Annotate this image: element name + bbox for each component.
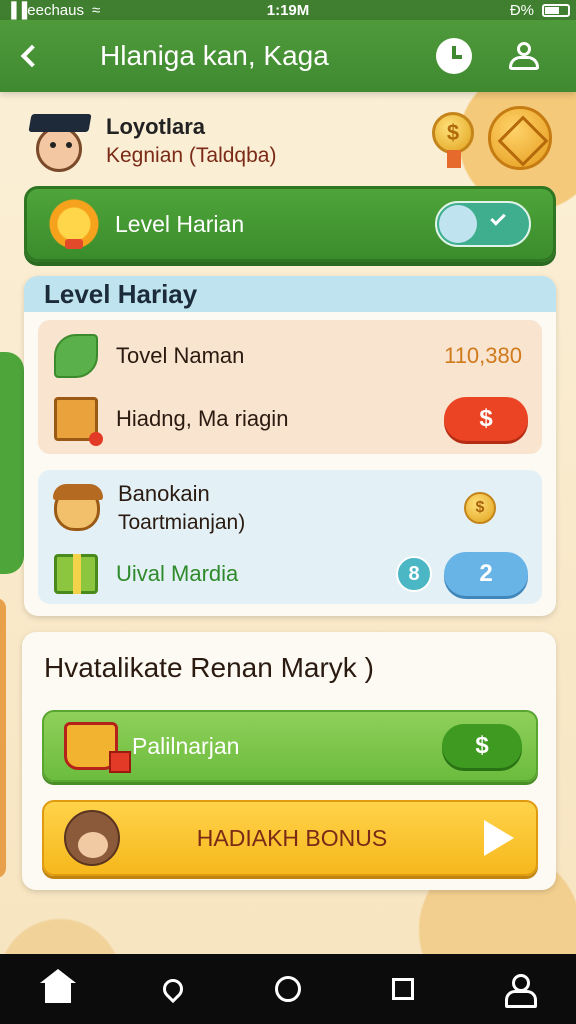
row-value: 110,380 [444,343,522,368]
nav-square[interactable] [383,969,423,1009]
square-icon [392,978,415,1000]
info-title: Banokain [118,481,210,506]
list-item: Banokain Toartmianjan) $ [38,476,542,540]
gift-icon [54,554,98,594]
profile-subtitle: Kegnian (Taldqba) [106,144,277,167]
level-toggle-bar[interactable]: Level Harian [24,186,556,262]
list-item: Uival Mardia 8 2 [38,548,542,600]
profile-name: Loyotlara [106,114,206,139]
status-bar: ▐▐eechaus ≈ 1:19M Đ% [0,0,576,20]
home-icon [39,969,76,1003]
coin-icon [488,106,552,170]
info-subtitle: Toartmianjan) [118,511,246,534]
side-decoration-green [0,352,24,574]
side-decoration-orange [0,598,6,878]
bonus-label: HADIAKH BONUS [196,824,388,851]
avatar [26,110,94,174]
claim-button[interactable]: 2 [444,552,528,596]
medal-icon: $ [432,112,474,154]
buy-button[interactable]: $ [444,397,528,441]
medal-ribbon [447,150,461,168]
bonus-panel-title: Hvatalikate Renan Maryk ) [44,652,374,683]
green-action-button[interactable]: $ [442,724,522,768]
row-label: Hiadng, Ma riagin [116,406,289,431]
bonus-panel: Hvatalikate Renan Maryk ) Palilnarjan $ … [22,632,556,890]
back-icon [20,44,44,68]
coin-icon: $ [464,492,496,524]
nav-profile[interactable] [498,969,538,1009]
green-action-label: Palilnarjan [132,732,240,759]
location-icon [158,974,187,1004]
level-stats-box: Tovel Naman 110,380 Hiadng, Ma riagin $ [38,320,542,454]
page-title: Hlaniga kan, Kaga [100,40,329,71]
level-toggle-label: Level Harian [115,210,245,237]
monkey-icon [64,810,120,866]
count-badge: 8 [396,556,432,592]
chest-icon [54,397,103,446]
app-header: Hlaniga kan, Kaga [0,20,576,92]
list-item: Hiadng, Ma riagin $ [38,390,542,448]
check-icon [490,210,506,226]
battery-icon [542,3,570,17]
row-label: Tovel Naman [116,343,245,368]
sun-icon [47,197,101,251]
bottom-nav [0,954,576,1024]
back-button[interactable] [0,20,56,92]
acorn-icon [53,484,103,531]
profile-card: Loyotlara Kegnian (Taldqba) $ [22,104,554,184]
bonus-button[interactable]: HADIAKH BONUS [42,800,538,876]
profile-icon [503,974,538,1008]
treasure-pot-icon [64,722,131,773]
nav-location[interactable] [153,969,193,1009]
level-toggle-switch[interactable] [435,201,531,247]
user-icon[interactable] [506,38,542,74]
nav-home[interactable] [38,969,78,1009]
circle-icon [274,976,301,1002]
green-action-bar[interactable]: Palilnarjan $ [42,710,538,782]
reward-box: Banokain Toartmianjan) $ Uival Mardia 8 … [38,470,542,604]
clock-icon[interactable] [436,38,472,74]
status-time: 1:19M [266,1,310,19]
level-panel-title: Level Hariay [24,276,556,312]
leaf-icon [54,334,98,378]
play-icon [484,820,514,856]
nav-circle[interactable] [268,969,308,1009]
row-label: Uival Mardia [116,561,239,586]
level-panel: Level Hariay Tovel Naman 110,380 Hiadng,… [24,276,556,616]
list-item: Tovel Naman 110,380 [38,328,542,384]
